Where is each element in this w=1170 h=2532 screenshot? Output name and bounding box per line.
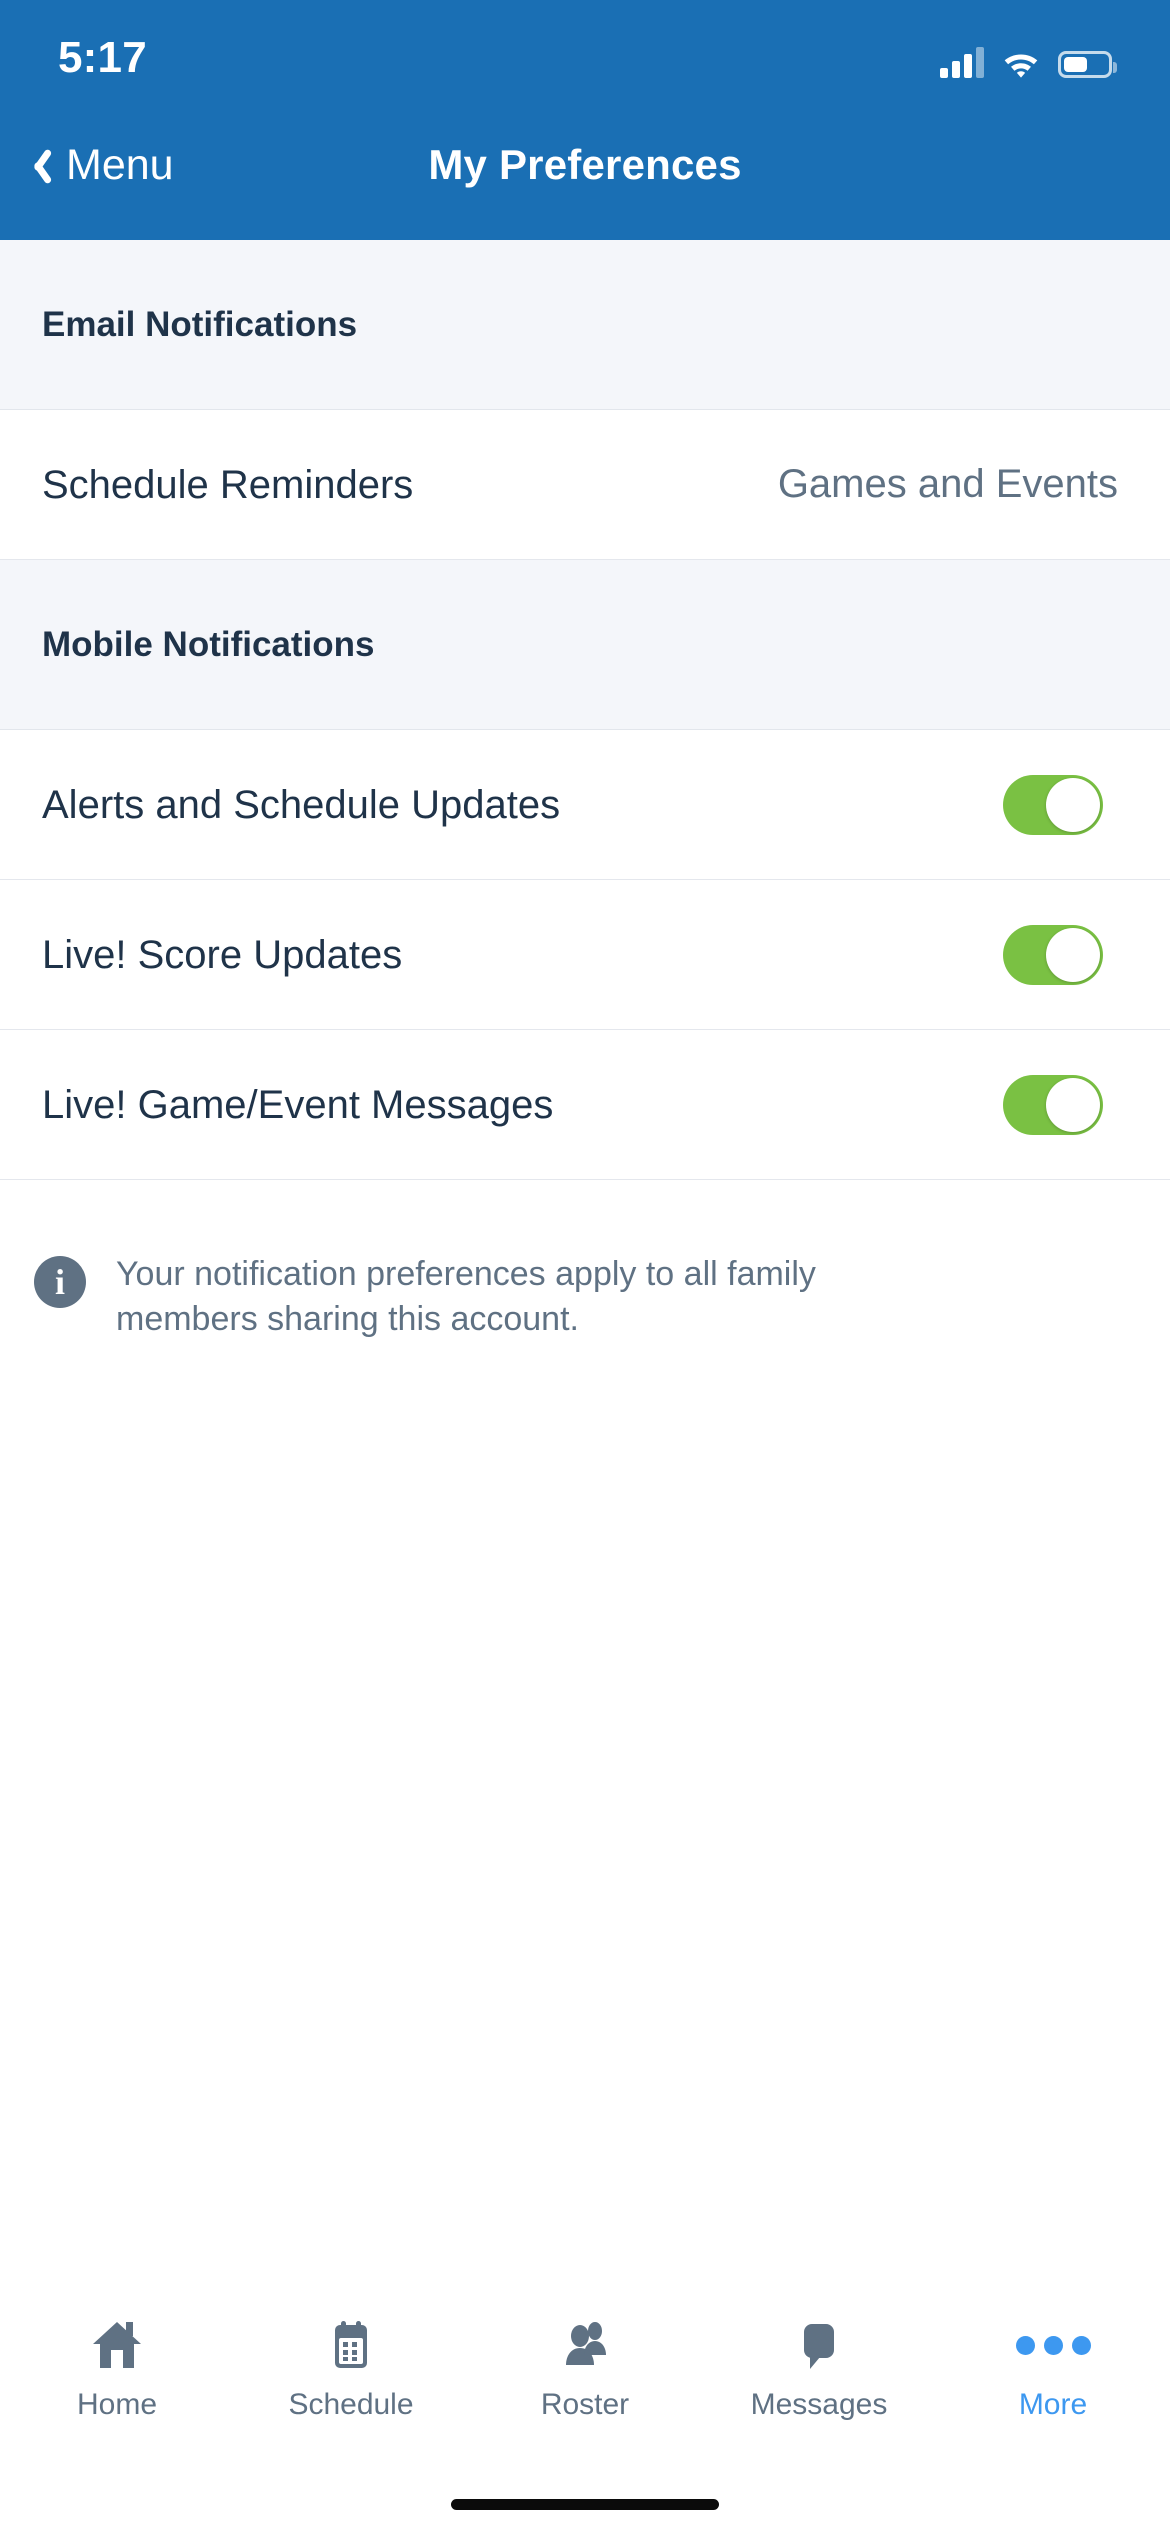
tab-roster[interactable]: Roster [468,2314,702,2420]
toggle-knob [1046,777,1100,832]
section-header-mobile-notifications: Mobile Notifications [0,560,1170,730]
tab-label: Roster [540,2388,630,2421]
status-bar-icons [940,46,1117,84]
row-live-game-event-messages[interactable]: Live! Game/Event Messages [0,1030,1170,1180]
tab-messages[interactable]: Messages [702,2314,936,2420]
toggle-live-score-updates[interactable] [1003,924,1103,985]
status-bar-time: 5:17 [58,33,147,82]
info-circle-icon: i [34,1256,86,1308]
bottom-tab-bar: Home Schedule Roster Messages More [0,2296,1170,2476]
battery-icon [1058,51,1117,78]
home-indicator[interactable] [451,2498,719,2510]
row-label: Schedule Reminders [42,462,414,507]
tab-label: Messages [750,2388,888,2421]
row-alerts-and-schedule-updates[interactable]: Alerts and Schedule Updates [0,730,1170,880]
tab-label: More [1018,2388,1088,2421]
ellipsis-icon [1015,2314,1091,2376]
info-note-text: Your notification preferences apply to a… [116,1255,816,1339]
back-button-label: Menu [66,140,174,189]
people-icon [556,2314,614,2376]
home-icon [88,2314,146,2376]
preferences-content: Email Notifications Schedule Reminders G… [0,240,1170,2296]
info-note: i Your notification preferences apply to… [0,1180,1170,1342]
chevron-left-icon [26,144,52,186]
section-header-email-notifications: Email Notifications [0,240,1170,410]
status-bar: 5:17 [0,0,1170,90]
tab-home[interactable]: Home [0,2314,234,2420]
calendar-icon [322,2314,380,2376]
page-title: My Preferences [428,141,742,188]
toggle-knob [1046,1077,1100,1132]
navigation-bar: Menu My Preferences [0,90,1170,240]
cellular-signal-icon [940,46,984,78]
row-label: Live! Game/Event Messages [42,1082,554,1127]
wifi-icon [1001,48,1041,78]
row-label: Alerts and Schedule Updates [42,782,561,827]
back-button[interactable]: Menu [0,140,174,189]
tab-label: Schedule [288,2388,414,2421]
home-indicator-area [0,2476,1170,2532]
phone-screen: 5:17 Menu My Preferences Email Notificat… [0,0,1170,2532]
row-value: Games and Events [777,462,1118,506]
toggle-alerts-and-schedule-updates[interactable] [1003,774,1103,835]
tab-more[interactable]: More [936,2314,1170,2420]
row-live-score-updates[interactable]: Live! Score Updates [0,880,1170,1030]
toggle-live-game-event-messages[interactable] [1003,1074,1103,1135]
speech-bubble-icon [790,2314,848,2376]
row-label: Live! Score Updates [42,932,403,977]
row-schedule-reminders[interactable]: Schedule Reminders Games and Events [0,410,1170,560]
tab-label: Home [76,2388,158,2421]
tab-schedule[interactable]: Schedule [234,2314,468,2420]
toggle-knob [1046,927,1100,982]
